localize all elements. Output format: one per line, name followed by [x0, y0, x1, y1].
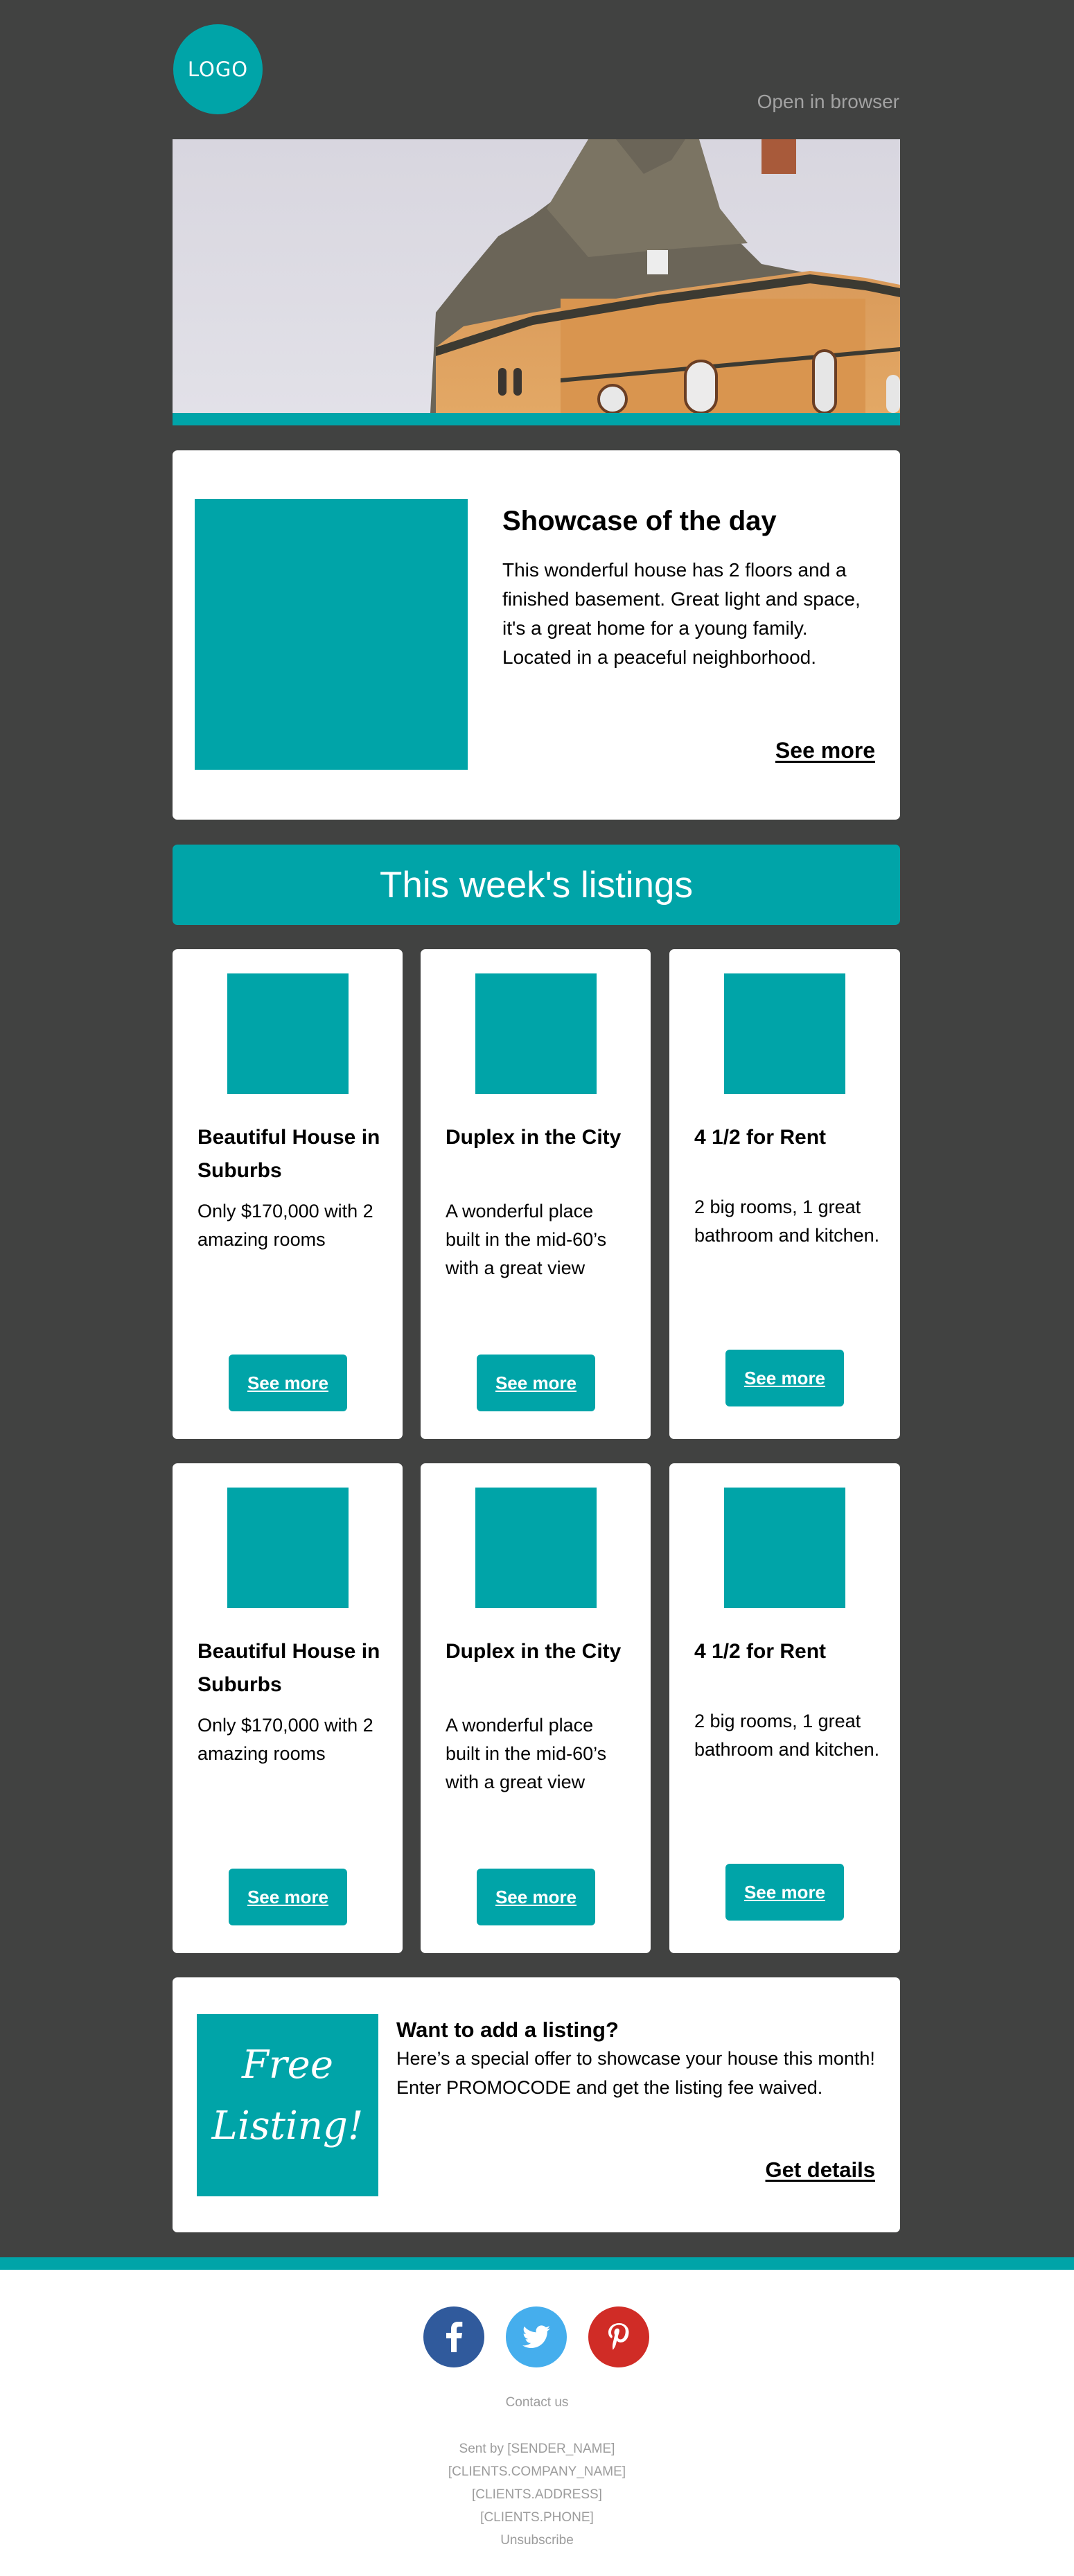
unsubscribe-link[interactable]: Unsubscribe: [500, 2533, 574, 2548]
company-name-text: [CLIENTS.COMPANY_NAME]: [448, 2464, 626, 2479]
free-listing-line1: Free: [242, 2043, 333, 2088]
listing-description: 2 big rooms, 1 great bathroom and kitche…: [694, 1711, 880, 1760]
logo-text: LOGO: [187, 58, 249, 81]
email-body-dark: LOGO Open in browser Showcase of the day…: [0, 0, 1074, 2257]
promo-card: Free Listing! Want to add a listing? Her…: [173, 1977, 900, 2232]
listing-image-placeholder: [475, 1488, 597, 1608]
contact-us-link[interactable]: Contact us: [506, 2395, 569, 2410]
logo[interactable]: LOGO: [173, 24, 263, 114]
contact-block: Contact us: [0, 2391, 1074, 2414]
free-listing-line2: Listing!: [211, 2103, 364, 2149]
pinterest-button[interactable]: [588, 2306, 649, 2367]
listing-title: Beautiful House in Suburbs: [197, 1640, 380, 1696]
listing-description: A wonderful place built in the mid-60’s …: [446, 1201, 607, 1278]
facebook-button[interactable]: [423, 2306, 484, 2367]
social-links: [423, 2306, 649, 2367]
twitter-button[interactable]: [506, 2306, 567, 2367]
listing-see-more-button[interactable]: See more: [229, 1355, 347, 1411]
showcase-description: This wonderful house has 2 floors and a …: [502, 559, 861, 668]
listing-title: Beautiful House in Suburbs: [197, 1126, 380, 1182]
open-in-browser-link[interactable]: Open in browser: [757, 91, 899, 113]
address-text: [CLIENTS.ADDRESS]: [472, 2487, 602, 2502]
listing-see-more-button[interactable]: See more: [477, 1869, 595, 1925]
listing-see-more-button[interactable]: See more: [477, 1355, 595, 1411]
listings-banner: This week's listings: [173, 845, 900, 925]
listing-image-placeholder: [227, 1488, 349, 1608]
promo-title: Want to add a listing?: [396, 2018, 619, 2042]
phone-text: [CLIENTS.PHONE]: [480, 2510, 594, 2525]
listing-image-placeholder: [724, 973, 845, 1094]
listing-see-more-button[interactable]: See more: [229, 1869, 347, 1925]
listing-card: Duplex in the City A wonderful place bui…: [421, 949, 651, 1439]
listing-title: Duplex in the City: [446, 1126, 622, 1149]
listing-see-more-button[interactable]: See more: [725, 1864, 844, 1921]
promo-description: Here’s a special offer to showcase your …: [396, 2048, 875, 2098]
listing-title: 4 1/2 for Rent: [694, 1640, 827, 1663]
listings-banner-title: This week's listings: [380, 864, 693, 906]
listing-image-placeholder: [475, 973, 597, 1094]
showcase-card: Showcase of the day This wonderful house…: [173, 450, 900, 820]
footer: Contact us Sent by [SENDER_NAME] [CLIENT…: [0, 2270, 1074, 2576]
listing-image-placeholder: [227, 973, 349, 1094]
free-listing-badge: Free Listing!: [197, 2014, 378, 2196]
get-details-link[interactable]: Get details: [766, 2158, 876, 2182]
listing-description: Only $170,000 with 2 amazing rooms: [197, 1715, 373, 1764]
pinterest-icon: [608, 2323, 629, 2350]
listing-title: 4 1/2 for Rent: [694, 1126, 827, 1149]
listing-image-placeholder: [724, 1488, 845, 1608]
listing-card: 4 1/2 for Rent 2 big rooms, 1 great bath…: [669, 1463, 900, 1953]
listing-card: Beautiful House in Suburbs Only $170,000…: [173, 1463, 403, 1953]
listing-description: 2 big rooms, 1 great bathroom and kitche…: [694, 1197, 880, 1246]
facebook-icon: [446, 2322, 463, 2352]
showcase-see-more-link[interactable]: See more: [775, 738, 875, 764]
listing-description: Only $170,000 with 2 amazing rooms: [197, 1201, 373, 1250]
sender-info: Sent by [SENDER_NAME] [CLIENTS.COMPANY_N…: [0, 2437, 1074, 2552]
listing-title: Duplex in the City: [446, 1640, 622, 1663]
showcase-title: Showcase of the day: [502, 506, 777, 536]
footer-divider: [0, 2257, 1074, 2270]
house-photo: [173, 139, 900, 413]
listing-see-more-button[interactable]: See more: [725, 1350, 844, 1406]
hero-image: [173, 139, 900, 425]
sent-by-text: Sent by [SENDER_NAME]: [459, 2442, 615, 2456]
listing-card: 4 1/2 for Rent 2 big rooms, 1 great bath…: [669, 949, 900, 1439]
listing-card: Beautiful House in Suburbs Only $170,000…: [173, 949, 403, 1439]
twitter-icon: [522, 2325, 550, 2348]
showcase-image-placeholder: [195, 499, 468, 770]
listing-description: A wonderful place built in the mid-60’s …: [446, 1715, 607, 1792]
listing-card: Duplex in the City A wonderful place bui…: [421, 1463, 651, 1953]
